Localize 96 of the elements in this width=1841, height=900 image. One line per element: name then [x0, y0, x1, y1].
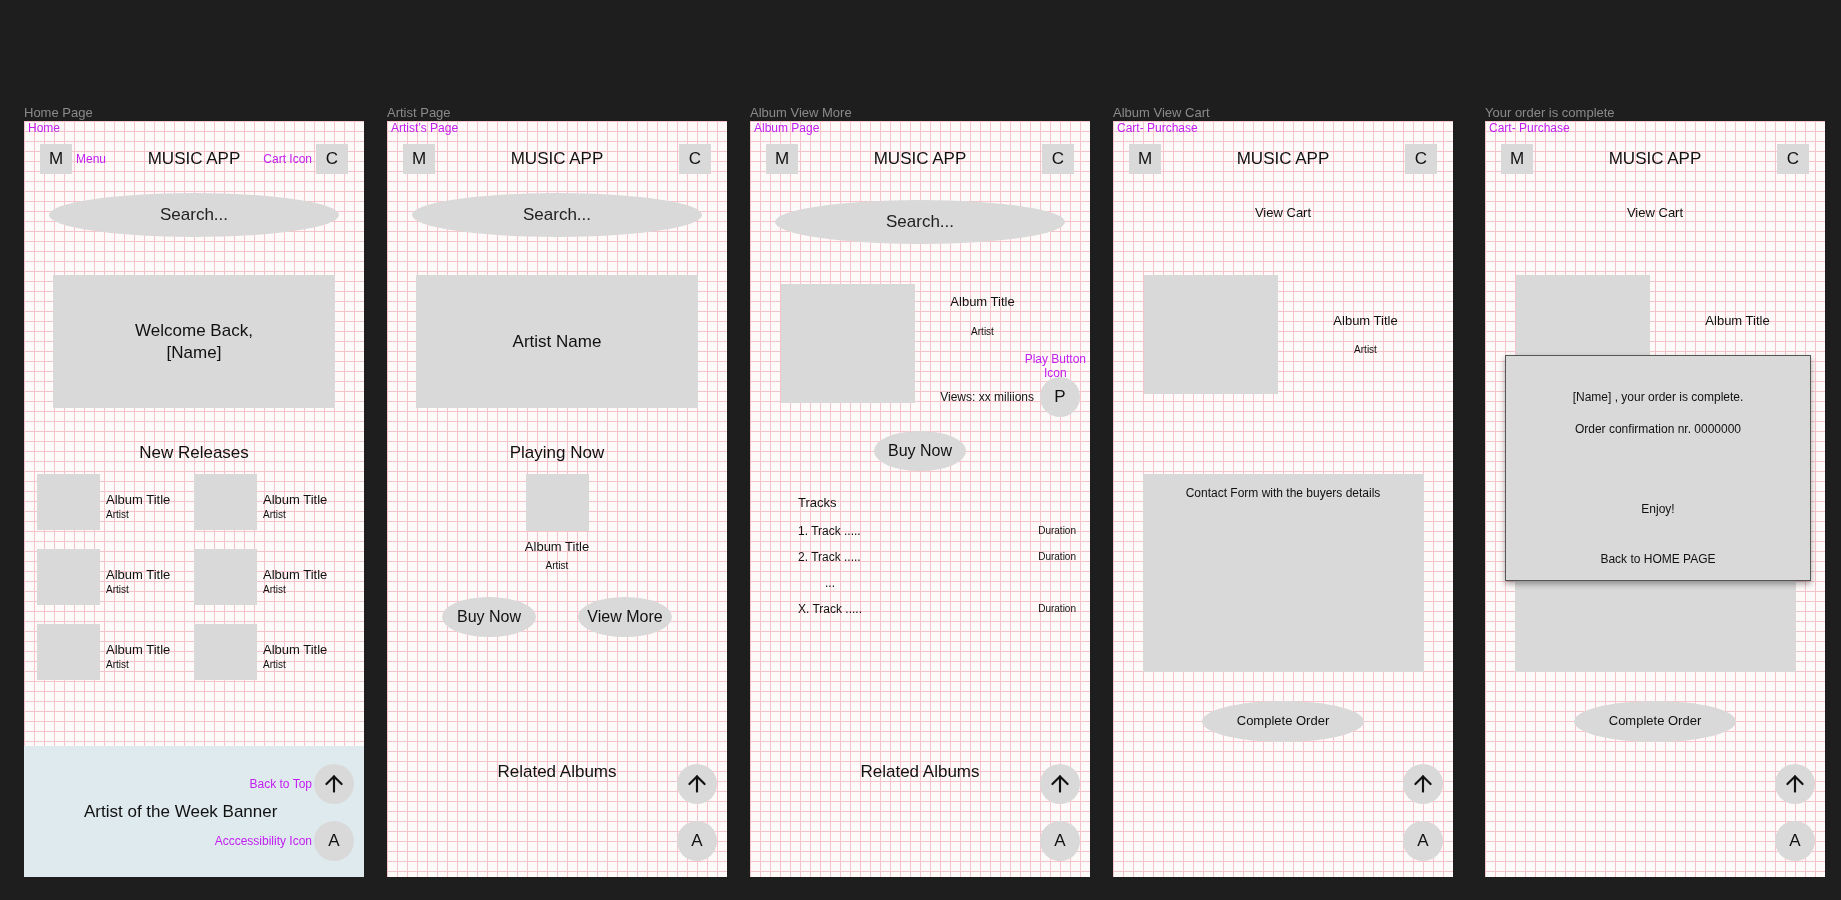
artist-name: Artist [106, 507, 130, 521]
artist-name: Artist [263, 507, 287, 521]
complete-order-button[interactable]: Complete Order [1574, 700, 1736, 742]
pill-button[interactable]: View More [578, 597, 672, 637]
track-name: ... [825, 574, 835, 592]
album-title: Album Title [263, 641, 328, 658]
frame-label: Your order is complete [1485, 104, 1616, 121]
album-title: Album Title [1333, 311, 1398, 330]
annotation-label: Cart- Purchase [1117, 121, 1198, 135]
album-title: Album Title [523, 537, 591, 556]
album-title: Album Title [950, 293, 1016, 311]
section-title: Playing Now [508, 442, 606, 464]
views-count: Views: xx miliions [940, 389, 1034, 406]
annotation-label: Acccessibility Icon [214, 834, 312, 848]
dialog-closing: Enjoy! [1641, 501, 1675, 518]
accessibility-button[interactable]: A [1040, 821, 1080, 861]
frame-label: Album View Cart [1113, 104, 1211, 121]
search-field[interactable]: Search... [49, 193, 339, 237]
app-title: MUSIC APP [1608, 148, 1702, 171]
artist-name: Artist [263, 657, 287, 671]
annotation-label: Home [28, 121, 60, 135]
tracks-heading: Tracks [797, 494, 838, 512]
album-title: Album Title [106, 641, 171, 658]
section-title: New Releases [138, 442, 250, 464]
album-title: Album Title [263, 491, 328, 508]
album-thumbnail [194, 473, 257, 530]
artist-name: Artist [971, 324, 995, 339]
back-to-top-button[interactable] [1040, 764, 1080, 804]
album-thumbnail [37, 548, 100, 605]
cart-button[interactable]: C [1405, 144, 1437, 174]
track-duration: Duration [1038, 602, 1076, 616]
app-title: MUSIC APP [510, 148, 604, 171]
back-to-top-button[interactable] [1775, 764, 1815, 804]
hero-text: Welcome Back, [Name] [135, 319, 253, 364]
menu-button[interactable]: M [1501, 144, 1533, 174]
annotation-label: Artist’s Page [391, 121, 459, 135]
cart-button[interactable]: C [1042, 144, 1074, 174]
album-thumbnail [194, 548, 257, 605]
app-title: MUSIC APP [1236, 148, 1330, 171]
accessibility-button[interactable]: A [1775, 821, 1815, 861]
accessibility-button[interactable]: A [1403, 821, 1443, 861]
dialog-message: [Name] , your order is complete. [1572, 389, 1744, 406]
annotation-label: Cart- Purchase [1489, 121, 1570, 135]
search-field[interactable]: Search... [775, 200, 1065, 244]
menu-button[interactable]: M [40, 144, 72, 174]
menu-button[interactable]: M [403, 144, 435, 174]
annotation-label: Cart Icon [263, 152, 312, 166]
pill-button[interactable]: Buy Now [442, 597, 536, 637]
track-name: X. Track ..... [798, 600, 862, 618]
form-label: Contact Form with the buyers details [1185, 484, 1381, 502]
page-heading: View Cart [1625, 204, 1685, 222]
artist-name: Artist [263, 582, 287, 596]
artist-name: Artist [106, 582, 130, 596]
album-title: Album Title [106, 491, 171, 508]
album-title: Album Title [106, 566, 171, 583]
order-number: Order confirmation nr. 0000000 [1574, 421, 1742, 438]
annotation-label: Back to Top [249, 777, 312, 791]
back-to-top-button[interactable] [677, 764, 717, 804]
menu-button[interactable]: M [1129, 144, 1161, 174]
hero-text: Artist Name [512, 330, 602, 353]
track-name: 2. Track ..... [798, 548, 861, 566]
app-title: MUSIC APP [147, 148, 241, 171]
annotation-label: Play Button Icon [1024, 352, 1086, 380]
section-title: Related Albums [496, 760, 618, 783]
buy-now-button[interactable]: Buy Now [874, 431, 966, 471]
section-title: Related Albums [859, 760, 981, 783]
menu-button[interactable]: M [766, 144, 798, 174]
back-to-top-button[interactable] [1403, 764, 1443, 804]
frame-label: Artist Page [387, 104, 452, 121]
cart-button[interactable]: C [1777, 144, 1809, 174]
track-name: 1. Track ..... [798, 522, 861, 540]
play-button[interactable]: P [1040, 377, 1080, 417]
banner-text: Artist of the Week Banner [84, 800, 278, 823]
album-title: Album Title [263, 566, 328, 583]
home-page-link[interactable]: Back to HOME PAGE [1600, 550, 1716, 568]
artist-name: Artist [1354, 343, 1377, 357]
album-title: Album Title [1705, 311, 1770, 330]
artist-name: Artist [544, 559, 570, 573]
cart-button[interactable]: C [316, 144, 348, 174]
frame-label: Home Page [24, 104, 94, 121]
frame-label: Album View More [750, 104, 853, 121]
annotation-label: Menu [76, 152, 107, 166]
album-thumbnail [37, 623, 100, 680]
artist-name: Artist [106, 657, 130, 671]
annotation-label: Album Page [754, 121, 820, 135]
complete-order-button[interactable]: Complete Order [1202, 700, 1364, 742]
app-title: MUSIC APP [873, 148, 967, 171]
track-duration: Duration [1038, 550, 1076, 564]
search-field[interactable]: Search... [412, 193, 702, 237]
cart-button[interactable]: C [679, 144, 711, 174]
album-thumbnail [525, 473, 589, 531]
accessibility-button[interactable]: A [677, 821, 717, 861]
page-heading: View Cart [1253, 204, 1313, 222]
album-thumbnail [37, 473, 100, 530]
album-thumbnail [194, 623, 257, 680]
track-duration: Duration [1038, 524, 1076, 538]
